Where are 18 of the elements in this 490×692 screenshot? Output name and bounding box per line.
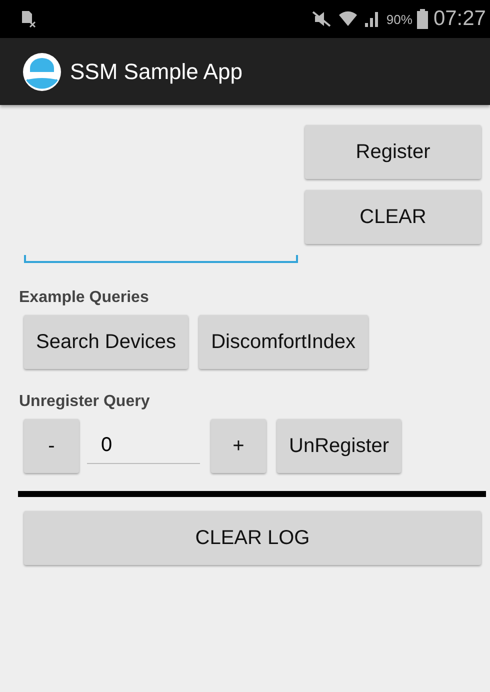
action-button[interactable]: CLEAR [305, 190, 481, 244]
section-heading: Unregister Query [19, 393, 151, 411]
query-input-field[interactable] [24, 255, 298, 263]
clock-time: 07:27 [433, 7, 486, 31]
section-heading: Example Queries [19, 289, 150, 307]
sim-card-icon [20, 10, 36, 28]
decrement-button[interactable]: - [24, 419, 79, 473]
increment-button[interactable]: + [211, 419, 266, 473]
action-button[interactable]: Register [305, 125, 481, 179]
unregister-button[interactable]: UnRegister [277, 419, 402, 473]
number-field[interactable]: 0 [87, 428, 200, 464]
battery-percent: 90% [386, 12, 412, 26]
battery-icon [417, 9, 428, 29]
app-logo-icon [22, 52, 62, 92]
query-button[interactable]: DiscomfortIndex [199, 315, 368, 369]
clear-log-button[interactable]: CLEAR LOG [24, 511, 481, 565]
query-button[interactable]: Search Devices [24, 315, 188, 369]
app-title: SSM Sample App [70, 58, 242, 84]
